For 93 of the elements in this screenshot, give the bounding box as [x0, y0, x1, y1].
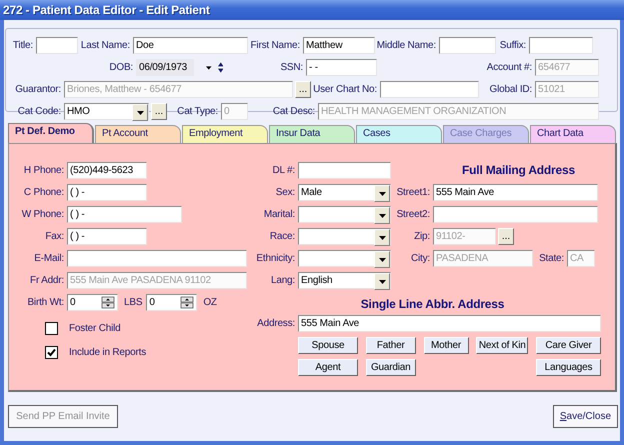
tab[interactable]: Insur Data	[269, 125, 355, 143]
field-label: DL #:	[271, 165, 296, 176]
field-label: Sex:	[274, 187, 296, 198]
spin-field[interactable]: 0	[67, 294, 118, 311]
field-label: H Phone:	[22, 165, 65, 176]
field-label: Street2:	[396, 209, 431, 220]
field-label: Ethnicity:	[255, 253, 296, 264]
text-field[interactable]: ( ) -	[67, 184, 147, 201]
text-field[interactable]: ( ) -	[67, 228, 147, 245]
caret-icon	[378, 258, 386, 262]
field-label: Cat Code:	[16, 106, 62, 117]
dropdown-field[interactable]	[298, 228, 391, 245]
field-label: Fax:	[44, 231, 65, 242]
field-label: Cat Type:	[176, 106, 219, 117]
field-label: Last Name:	[80, 40, 131, 51]
field-label: Lang:	[270, 275, 296, 286]
unit-label: LBS	[124, 297, 142, 308]
checkbox[interactable]	[45, 346, 58, 359]
text-field[interactable]	[380, 81, 479, 98]
field-label: SSN:	[279, 62, 304, 73]
tab[interactable]: Chart Data	[530, 125, 616, 143]
date-field[interactable]: 06/09/1973	[136, 59, 194, 76]
text-field[interactable]: Doe	[133, 37, 248, 54]
field-label: Birth Wt:	[26, 297, 65, 308]
browse-button[interactable]: ...	[151, 103, 167, 120]
dropdown-field[interactable]: English	[298, 272, 391, 289]
text-field[interactable]	[433, 206, 598, 223]
spin-arrows-icon[interactable]	[101, 296, 115, 309]
relation-button[interactable]: Agent	[298, 359, 358, 376]
dropdown-field[interactable]: Male	[298, 184, 391, 201]
text-field[interactable]: - -	[306, 59, 377, 76]
caret-icon	[136, 110, 144, 114]
caret-icon	[378, 214, 386, 218]
spin-arrows-icon[interactable]	[180, 296, 194, 309]
field-label: C Phone:	[22, 187, 65, 198]
text-field[interactable]	[529, 37, 593, 54]
caret-icon[interactable]	[206, 66, 212, 70]
text-field[interactable]	[67, 250, 247, 267]
footer-button[interactable]: Save/Close	[552, 405, 618, 428]
section-heading: Full Mailing Address	[461, 162, 576, 179]
relation-button[interactable]: Next of Kin	[476, 337, 528, 354]
field-label: Zip:	[413, 231, 431, 242]
checkbox[interactable]	[45, 322, 58, 335]
caret-icon	[378, 236, 386, 240]
up-down-arrows-icon[interactable]	[218, 61, 223, 74]
field-label: W Phone:	[20, 209, 65, 220]
field-label: Race:	[268, 231, 296, 242]
field-label: Account #:	[486, 62, 533, 73]
text-field[interactable]: ( ) -	[67, 206, 182, 223]
text-field[interactable]: 555 Main Ave	[298, 315, 601, 332]
field-label: Marital:	[262, 209, 296, 220]
dropdown-field[interactable]	[298, 206, 391, 223]
dropdown-field[interactable]	[298, 250, 391, 267]
tab[interactable]: Pt Def. Demo	[8, 123, 94, 143]
field-label: Fr Addr:	[29, 275, 65, 286]
field-label: Guarantor:	[14, 84, 62, 95]
relation-button[interactable]: Mother	[424, 337, 468, 354]
text-field[interactable]: (520)449-5623	[67, 162, 147, 179]
caret-icon	[378, 192, 386, 196]
section-heading: Single Line Abbr. Address	[360, 297, 506, 311]
spin-field[interactable]: 0	[146, 294, 198, 311]
field-label: State:	[538, 253, 565, 264]
text-field[interactable]	[439, 37, 496, 54]
relation-button[interactable]: Father	[366, 337, 416, 354]
relation-button[interactable]: Care Giver	[536, 337, 601, 354]
field-label: User Chart No:	[312, 84, 378, 95]
dropdown-field[interactable]: HMO	[64, 103, 149, 120]
relation-button[interactable]: Languages	[536, 359, 601, 376]
checkbox-label: Include in Reports	[69, 347, 146, 358]
field-label: Cat Desc:	[272, 106, 316, 117]
text-field[interactable]	[298, 162, 391, 179]
tab[interactable]: Cases	[356, 125, 442, 143]
field-label: Address:	[256, 318, 296, 329]
relation-button[interactable]: Spouse	[298, 337, 358, 354]
title-bar: 272 - Patient Data Editor - Edit Patient	[0, 0, 624, 20]
tab[interactable]: Employment	[182, 125, 268, 143]
text-field[interactable]: Matthew	[303, 37, 375, 54]
checkbox-label: Foster Child	[69, 323, 121, 334]
field-label: Global ID:	[488, 84, 533, 95]
field-label: DOB:	[108, 62, 134, 73]
field-label: Middle Name:	[376, 40, 437, 51]
field-label: Suffix:	[498, 40, 527, 51]
field-label: Title:	[12, 40, 34, 51]
text-field[interactable]: 555 Main Ave	[433, 184, 598, 201]
caret-icon	[378, 280, 386, 284]
relation-button[interactable]: Guardian	[366, 359, 416, 376]
field-label: City:	[410, 253, 431, 264]
field-label: E-Mail:	[33, 253, 65, 264]
field-label: Street1:	[396, 187, 431, 198]
field-label: First Name:	[250, 40, 301, 51]
unit-label: OZ	[203, 297, 217, 308]
tab[interactable]: Pt Account	[95, 125, 181, 143]
text-field[interactable]	[36, 37, 78, 54]
